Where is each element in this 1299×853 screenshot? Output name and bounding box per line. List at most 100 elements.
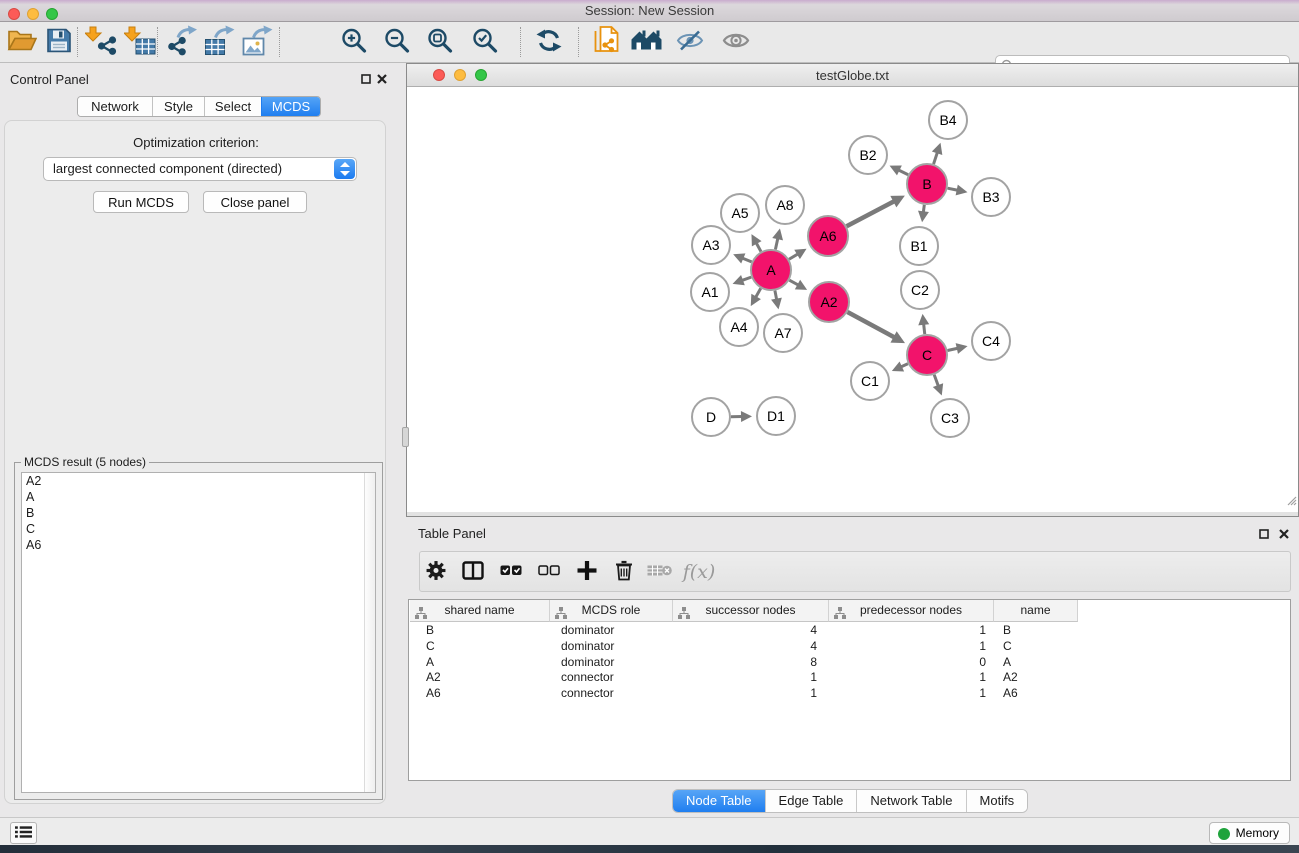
panel-divider-handle[interactable]	[402, 427, 409, 447]
split-columns-button[interactable]	[462, 561, 484, 583]
run-mcds-button[interactable]: Run MCDS	[93, 191, 189, 213]
zoom-out-button[interactable]	[384, 27, 411, 57]
column-header-predecessor-nodes[interactable]: predecessor nodes	[829, 600, 994, 622]
graph-edge-B-B3[interactable]	[948, 188, 958, 190]
graph-node-A6[interactable]: A6	[808, 216, 848, 256]
graph-node-D[interactable]: D	[692, 398, 730, 436]
graph-edge-A-A2[interactable]	[789, 280, 798, 285]
add-column-button[interactable]	[578, 561, 597, 583]
graph-node-C3[interactable]: C3	[931, 399, 969, 437]
mcds-result-item[interactable]: A6	[22, 537, 375, 553]
graph-node-A4[interactable]: A4	[720, 308, 758, 346]
graph-edge-B-B2[interactable]	[899, 170, 909, 175]
memory-button[interactable]: Memory	[1209, 822, 1290, 844]
graph-node-B[interactable]: B	[907, 164, 947, 204]
mcds-result-item[interactable]: C	[22, 521, 375, 537]
export-network-button[interactable]	[168, 26, 198, 59]
tab-motifs[interactable]: Motifs	[966, 790, 1028, 812]
table-row[interactable]: Adominator80A	[410, 655, 1289, 671]
tab-node-table[interactable]: Node Table	[673, 790, 765, 812]
column-header-successor-nodes[interactable]: successor nodes	[673, 600, 829, 622]
column-header-MCDS-role[interactable]: MCDS role	[550, 600, 673, 622]
hide-details-button[interactable]	[676, 30, 704, 55]
mcds-result-item[interactable]: B	[22, 505, 375, 521]
open-session-button[interactable]	[7, 29, 37, 56]
graph-edge-A-A7[interactable]	[775, 291, 777, 300]
export-image-button[interactable]	[243, 26, 274, 59]
show-details-button[interactable]	[722, 30, 750, 55]
column-header-shared-name[interactable]: shared name	[410, 600, 550, 622]
graph-edge-C-C1[interactable]	[901, 364, 908, 367]
graph-node-A3[interactable]: A3	[692, 226, 730, 264]
graph-edge-C-C3[interactable]	[934, 375, 938, 386]
column-header-name[interactable]: name	[994, 600, 1078, 622]
graph-node-C1[interactable]: C1	[851, 362, 889, 400]
graph-edge-A-A8[interactable]	[775, 238, 777, 249]
task-history-button[interactable]	[10, 822, 37, 844]
float-table-panel-icon[interactable]	[1259, 527, 1269, 542]
select-all-columns-button[interactable]	[500, 563, 522, 580]
criterion-dropdown[interactable]: largest connected component (directed)	[43, 157, 357, 181]
zoom-in-button[interactable]	[341, 27, 368, 57]
import-network-button[interactable]	[85, 26, 117, 58]
graph-edge-C-C4[interactable]	[948, 348, 958, 350]
result-scrollbar[interactable]	[364, 473, 375, 792]
zoom-selected-button[interactable]	[472, 27, 499, 57]
mcds-result-list[interactable]: A2ABCA6	[21, 472, 376, 793]
import-table-button[interactable]	[124, 26, 156, 58]
network-from-selection-button[interactable]	[594, 26, 621, 58]
graph-edge-A-A3[interactable]	[742, 258, 751, 262]
float-panel-icon[interactable]	[361, 72, 371, 87]
graph-node-B4[interactable]: B4	[929, 101, 967, 139]
tab-network-table[interactable]: Network Table	[856, 790, 965, 812]
network-window-titlebar[interactable]: testGlobe.txt	[407, 64, 1298, 87]
graph-node-B1[interactable]: B1	[900, 227, 938, 265]
graph-node-B2[interactable]: B2	[849, 136, 887, 174]
home-views-button[interactable]	[632, 29, 663, 56]
table-row[interactable]: Bdominator41B	[410, 623, 1289, 639]
table-row[interactable]: A2connector11A2	[410, 670, 1289, 686]
close-panel-icon[interactable]	[377, 72, 387, 87]
graph-edge-A-A5[interactable]	[756, 243, 761, 252]
graph-edge-A6-B[interactable]	[847, 201, 895, 226]
save-session-button[interactable]	[46, 28, 72, 57]
network-graph[interactable]: B4 B2 B B3 A8A5 A6 A3 B1 A C2 A1 A2 A4A7 C4 C C1 C3 D D1	[407, 87, 1298, 512]
graph-node-D1[interactable]: D1	[757, 397, 795, 435]
deselect-all-columns-button[interactable]	[538, 563, 560, 580]
graph-node-A1[interactable]: A1	[691, 273, 729, 311]
graph-node-A5[interactable]: A5	[721, 194, 759, 232]
graph-node-C[interactable]: C	[907, 335, 947, 375]
graph-edge-A2-C[interactable]	[847, 312, 894, 337]
close-table-panel-icon[interactable]	[1279, 527, 1289, 542]
table-row[interactable]: Cdominator41C	[410, 639, 1289, 655]
tab-style[interactable]: Style	[152, 97, 204, 116]
network-canvas[interactable]: B4 B2 B B3 A8A5 A6 A3 B1 A C2 A1 A2 A4A7 C4 C C1 C3 D D1	[407, 87, 1298, 512]
graph-edge-B-B1[interactable]	[923, 205, 924, 212]
graph-node-B3[interactable]: B3	[972, 178, 1010, 216]
table-settings-button[interactable]	[426, 560, 447, 584]
tab-select[interactable]: Select	[204, 97, 261, 116]
mcds-result-item[interactable]: A2	[22, 473, 375, 489]
tab-edge-table[interactable]: Edge Table	[765, 790, 857, 812]
mcds-result-item[interactable]: A	[22, 489, 375, 505]
graph-node-A7[interactable]: A7	[764, 314, 802, 352]
table-row[interactable]: A6connector11A6	[410, 686, 1289, 702]
close-panel-button[interactable]: Close panel	[203, 191, 307, 213]
graph-node-C2[interactable]: C2	[901, 271, 939, 309]
graph-edge-C-C2[interactable]	[924, 324, 925, 334]
graph-node-A2[interactable]: A2	[809, 282, 849, 322]
graph-edge-A-A1[interactable]	[742, 277, 751, 280]
delete-column-button[interactable]	[615, 560, 633, 584]
graph-node-C4[interactable]: C4	[972, 322, 1010, 360]
zoom-fit-button[interactable]	[427, 27, 454, 57]
graph-edge-A-A4[interactable]	[756, 288, 761, 297]
export-table-button[interactable]	[205, 26, 236, 59]
tab-mcds[interactable]: MCDS	[261, 97, 320, 116]
graph-node-A[interactable]: A	[751, 250, 791, 290]
graph-edge-B-B4[interactable]	[934, 152, 938, 164]
graph-node-A8[interactable]: A8	[766, 186, 804, 224]
resize-grip-icon[interactable]	[1284, 493, 1297, 511]
tab-network[interactable]: Network	[78, 97, 152, 116]
refresh-layout-button[interactable]	[536, 27, 563, 57]
graph-edge-A-A6[interactable]	[789, 254, 798, 259]
